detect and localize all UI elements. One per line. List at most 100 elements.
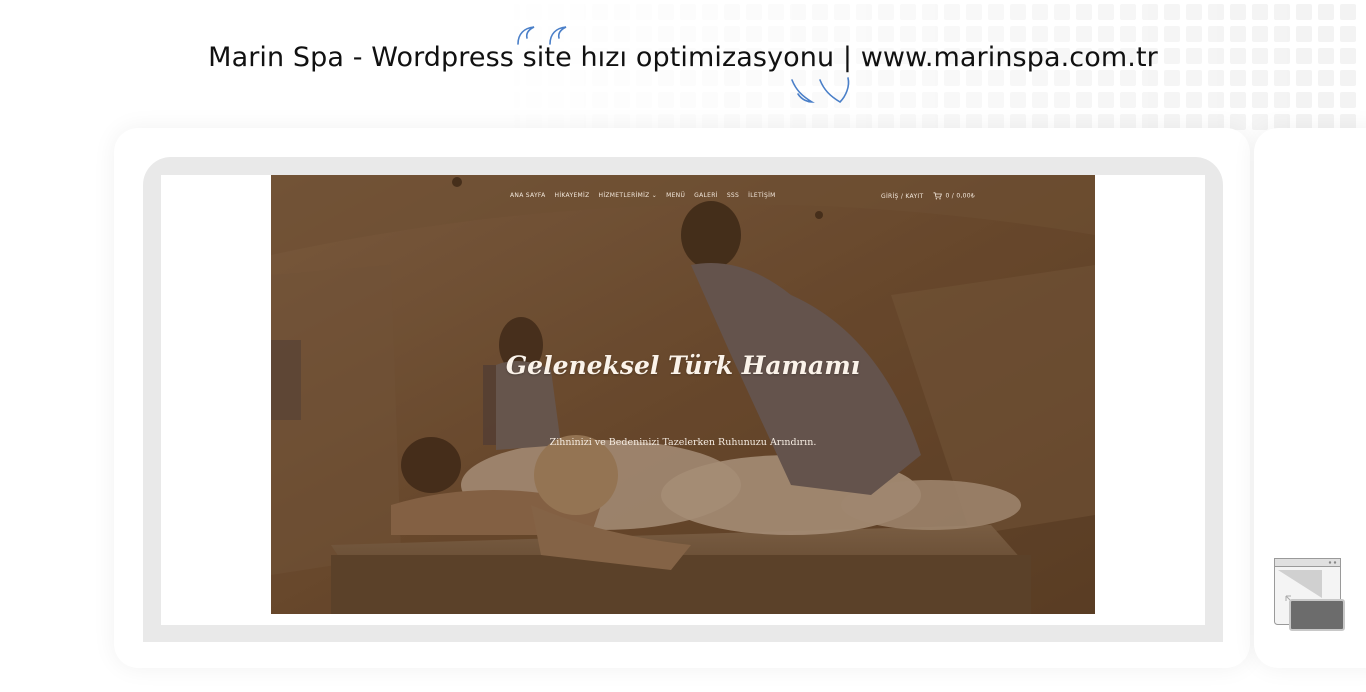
nav-item-home[interactable]: ANA SAYFA — [510, 192, 546, 199]
grid-cell — [636, 26, 652, 42]
nav-item-contact[interactable]: İLETİŞİM — [748, 192, 776, 199]
grid-cell — [1252, 26, 1268, 42]
grid-cell — [702, 26, 718, 42]
grid-cell — [1340, 26, 1356, 42]
grid-cell — [1164, 4, 1180, 20]
nav-item-menu[interactable]: MENÜ — [666, 192, 685, 199]
grid-cell — [1032, 4, 1048, 20]
grid-cell — [724, 92, 740, 108]
grid-cell — [922, 4, 938, 20]
grid-cell — [1142, 92, 1158, 108]
grid-cell — [570, 92, 586, 108]
grid-cell — [1098, 26, 1114, 42]
grid-cell — [900, 4, 916, 20]
grid-cell — [900, 26, 916, 42]
grid-cell — [1230, 26, 1246, 42]
grid-cell — [1274, 26, 1290, 42]
grid-cell — [1142, 4, 1158, 20]
window-resize-icon[interactable] — [1272, 556, 1346, 632]
nav-item-faq[interactable]: SSS — [727, 192, 739, 199]
grid-cell — [1054, 4, 1070, 20]
grid-cell — [526, 92, 542, 108]
grid-cell — [504, 4, 520, 20]
grid-cell — [988, 4, 1004, 20]
grid-cell — [1296, 92, 1312, 108]
grid-cell — [1252, 4, 1268, 20]
cart-total: 0 / 0,00₺ — [945, 192, 976, 200]
grid-cell — [1318, 26, 1334, 42]
grid-cell — [1274, 92, 1290, 108]
grid-cell — [1208, 92, 1224, 108]
grid-cell — [504, 92, 520, 108]
grid-cell — [1274, 4, 1290, 20]
grid-cell — [1142, 26, 1158, 42]
nav-item-story[interactable]: HİKAYEMİZ — [555, 192, 590, 199]
grid-cell — [724, 26, 740, 42]
website-hero: ANA SAYFA HİKAYEMİZ HİZMETLERİMİZ ⌄ MENÜ… — [271, 175, 1095, 614]
grid-cell — [988, 26, 1004, 42]
grid-cell — [966, 92, 982, 108]
grid-cell — [878, 26, 894, 42]
grid-cell — [1010, 4, 1026, 20]
grid-cell — [1032, 92, 1048, 108]
grid-cell — [592, 4, 608, 20]
grid-cell — [1098, 92, 1114, 108]
grid-cell — [1164, 26, 1180, 42]
grid-cell — [680, 4, 696, 20]
grid-cell — [834, 26, 850, 42]
grid-cell — [1318, 4, 1334, 20]
quote-close-icon — [791, 77, 850, 104]
grid-cell — [526, 4, 542, 20]
grid-cell — [966, 26, 982, 42]
grid-cell — [746, 26, 762, 42]
cart-icon — [933, 192, 943, 200]
nav-item-services[interactable]: HİZMETLERİMİZ ⌄ — [599, 192, 658, 199]
login-register-link[interactable]: GİRİŞ / KAYIT — [881, 193, 923, 200]
grid-cell — [922, 26, 938, 42]
grid-cell — [1208, 4, 1224, 20]
grid-cell — [1120, 4, 1136, 20]
grid-cell — [1296, 26, 1312, 42]
grid-cell — [702, 4, 718, 20]
grid-cell — [636, 92, 652, 108]
grid-cell — [768, 92, 784, 108]
page-headline: Marin Spa - Wordpress site hızı optimiza… — [208, 42, 1158, 73]
grid-cell — [1120, 92, 1136, 108]
grid-cell — [658, 4, 674, 20]
grid-cell — [1054, 92, 1070, 108]
grid-cell — [768, 4, 784, 20]
grid-cell — [1076, 92, 1092, 108]
nav-item-gallery[interactable]: GALERİ — [694, 192, 718, 199]
page: Marin Spa - Wordpress site hızı optimiza… — [0, 0, 1366, 692]
grid-cell — [614, 92, 630, 108]
grid-cell — [834, 4, 850, 20]
grid-cell — [482, 92, 498, 108]
grid-cell — [856, 4, 872, 20]
grid-cell — [878, 4, 894, 20]
grid-cell — [1252, 92, 1268, 108]
grid-cell — [680, 92, 696, 108]
grid-cell — [1120, 26, 1136, 42]
grid-cell — [1318, 92, 1334, 108]
grid-cell — [592, 26, 608, 42]
grid-cell — [1186, 4, 1202, 20]
grid-cell — [944, 92, 960, 108]
grid-cell — [1230, 4, 1246, 20]
grid-cell — [812, 4, 828, 20]
grid-cell — [900, 92, 916, 108]
grid-cell — [1340, 4, 1356, 20]
grid-cell — [614, 4, 630, 20]
grid-cell — [1010, 92, 1026, 108]
grid-cell — [1208, 26, 1224, 42]
grid-cell — [548, 4, 564, 20]
grid-cell — [1186, 92, 1202, 108]
grid-cell — [944, 4, 960, 20]
grid-cell — [658, 92, 674, 108]
grid-cell — [812, 26, 828, 42]
grid-cell — [966, 4, 982, 20]
grid-cell — [592, 92, 608, 108]
cart-link[interactable]: 0 / 0,00₺ — [933, 192, 975, 200]
hero-title: Geleneksel Türk Hamamı — [505, 351, 861, 380]
grid-cell — [1296, 4, 1312, 20]
grid-cell — [790, 26, 806, 42]
